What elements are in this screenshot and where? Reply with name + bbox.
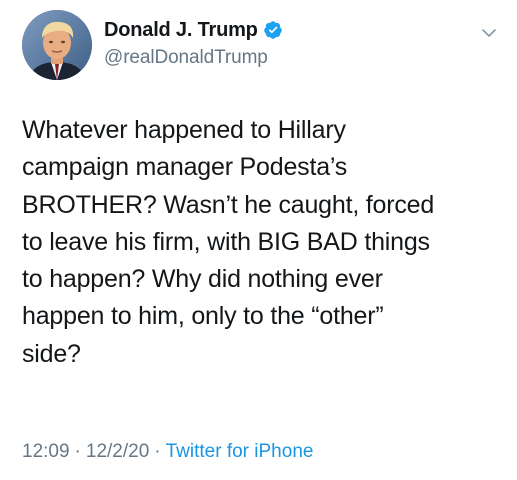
tweet-header: Donald J. Trump @realDonaldTrump	[104, 17, 283, 69]
tweet-card: Donald J. Trump @realDonaldTrump Whateve…	[0, 0, 517, 480]
user-handle[interactable]: @realDonaldTrump	[104, 47, 283, 69]
name-row: Donald J. Trump	[104, 17, 283, 43]
tweet-time[interactable]: 12:09	[22, 441, 70, 463]
tweet-source-link[interactable]: Twitter for iPhone	[166, 441, 314, 463]
tweet-meta: 12:09 · 12/2/20 · Twitter for iPhone	[22, 441, 313, 463]
verified-badge-icon	[263, 20, 283, 40]
chevron-down-icon[interactable]	[480, 24, 498, 42]
meta-separator: ·	[154, 441, 161, 462]
tweet-text: Whatever happened to Hillary campaign ma…	[22, 116, 435, 368]
avatar[interactable]	[22, 10, 92, 80]
meta-separator: ·	[74, 441, 81, 462]
tweet-date[interactable]: 12/2/20	[86, 441, 149, 463]
display-name[interactable]: Donald J. Trump	[104, 19, 258, 42]
avatar-image	[22, 10, 92, 80]
